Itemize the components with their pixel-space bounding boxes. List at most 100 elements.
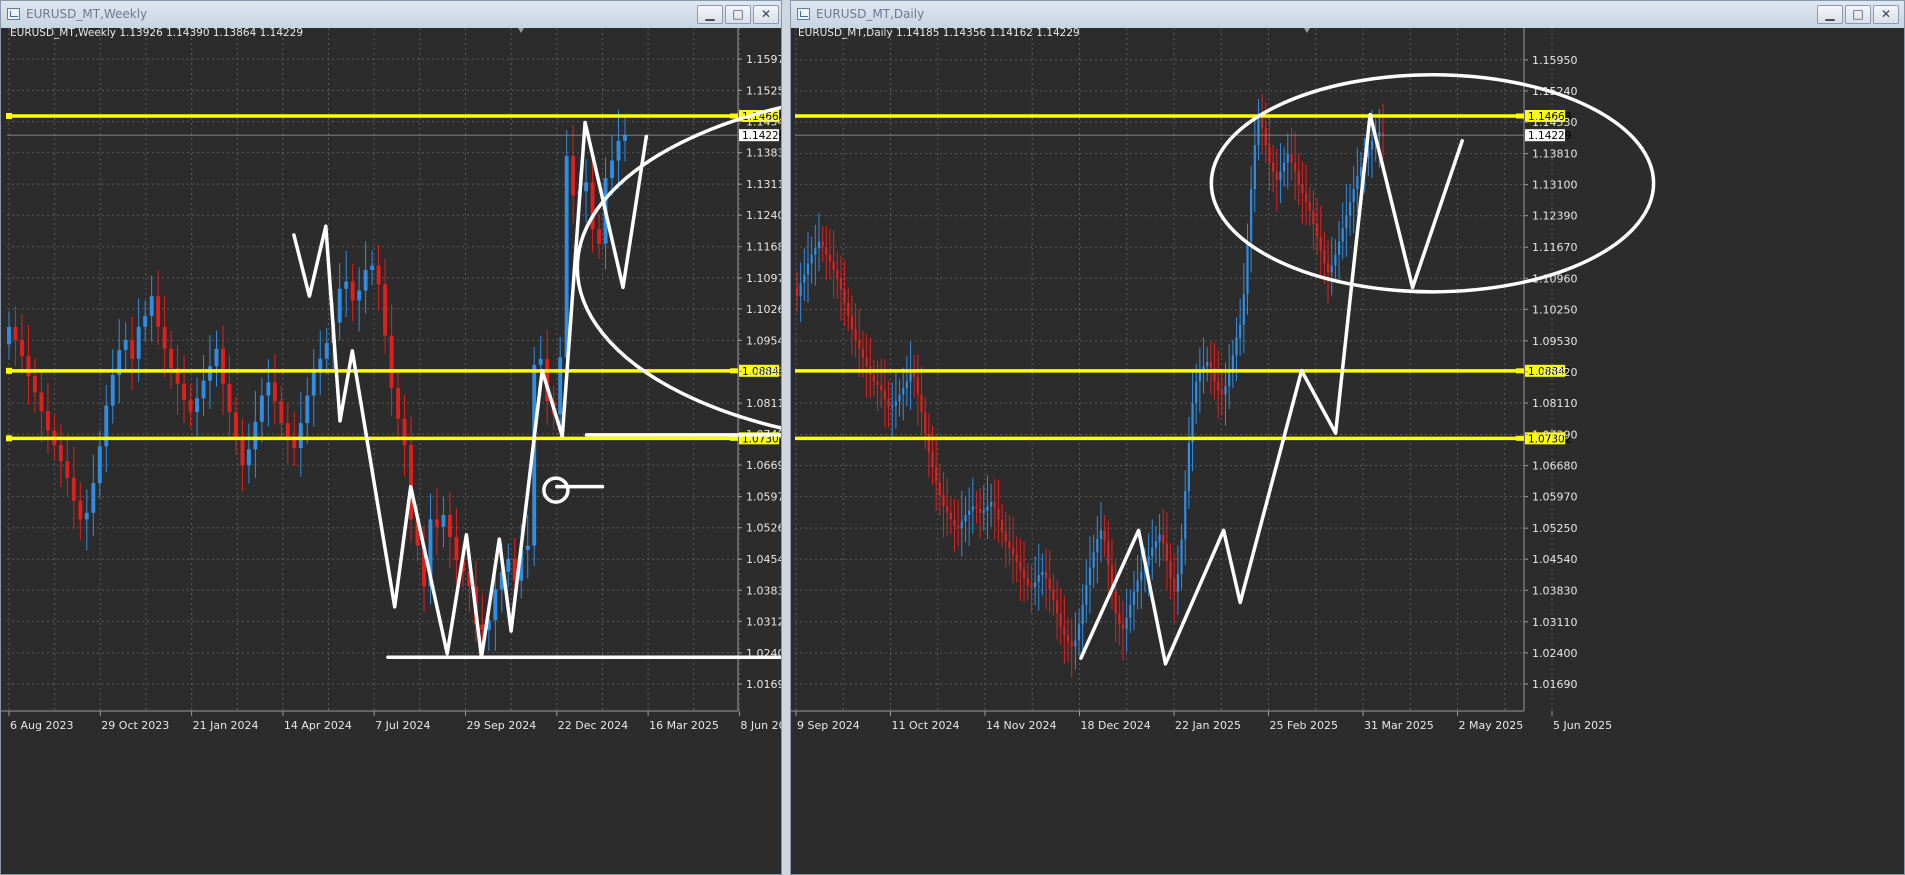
candle-body	[266, 382, 271, 396]
candle-body	[968, 510, 971, 516]
candle-body	[1359, 167, 1363, 176]
candle-body	[305, 395, 310, 424]
candle-body	[409, 444, 413, 520]
maximize-icon[interactable]: □	[725, 5, 751, 24]
candle-body	[865, 357, 868, 367]
price-tick-label: 1.05970	[1532, 491, 1578, 504]
candle-body	[246, 449, 251, 466]
candle-body	[1239, 324, 1242, 338]
candle-body	[279, 401, 284, 424]
candle-body	[1217, 381, 1220, 391]
candle-body	[1334, 254, 1337, 266]
candle-body	[1242, 294, 1245, 325]
candle-body	[902, 388, 905, 395]
candle-body	[1286, 153, 1289, 163]
candle-body	[1081, 604, 1084, 625]
date-tick-label: 7 Jul 2024	[375, 719, 430, 732]
price-tick-label: 1.02400	[1532, 647, 1578, 660]
candle-body	[1308, 202, 1311, 211]
daily-chart-window[interactable]: EURUSD_MT,Daily ▁ □ ✕ 1.14668 1.08845 1.07…	[790, 0, 1905, 875]
candle-body	[616, 140, 621, 161]
price-tick-label: 1.12400	[746, 209, 781, 222]
candle-body	[1154, 541, 1158, 548]
candle-body	[861, 348, 865, 358]
candle-body	[506, 558, 511, 572]
candle-body	[1096, 539, 1099, 553]
symbol-info-text: EURUSD_MT,Weekly 1.13926 1.14390 1.13864…	[10, 28, 303, 39]
candle-body	[32, 376, 37, 393]
candle-body	[1099, 530, 1103, 540]
candle-body	[1250, 188, 1253, 242]
chart-window-icon	[7, 8, 20, 20]
weekly-window-title: EURUSD_MT,Weekly	[26, 7, 148, 21]
level-handle	[6, 112, 12, 119]
candle-body	[1187, 442, 1190, 491]
candle-body	[136, 326, 141, 359]
candle-body	[1077, 624, 1081, 641]
candle-body	[1121, 624, 1125, 629]
date-tick-label: 14 Nov 2024	[986, 719, 1056, 732]
candle-body	[454, 536, 459, 561]
minimize-icon[interactable]: ▁	[1817, 5, 1843, 24]
candle-body	[1022, 569, 1026, 579]
candle-body	[806, 263, 810, 275]
minimize-icon[interactable]: ▁	[697, 5, 723, 24]
candle-body	[843, 289, 846, 303]
date-tick-label: 11 Oct 2024	[892, 719, 960, 732]
weekly-chart[interactable]: 1.146681.088451.073021.142291.159701.152…	[1, 28, 781, 874]
weekly-title-bar[interactable]: EURUSD_MT,Weekly ▁ □ ✕	[1, 1, 781, 29]
candle-body	[942, 495, 945, 507]
date-tick-label: 29 Oct 2023	[101, 719, 169, 732]
candle-body	[990, 501, 993, 507]
candle-body	[850, 315, 854, 330]
candle-body	[402, 418, 407, 445]
candle-body	[1235, 337, 1238, 356]
price-tick-label: 1.14540	[746, 116, 781, 129]
candle-body	[960, 521, 963, 529]
level-handle	[6, 367, 12, 374]
close-icon[interactable]: ✕	[1873, 5, 1899, 24]
candle-body	[1114, 591, 1117, 614]
maximize-icon[interactable]: □	[1845, 5, 1871, 24]
candle-body	[13, 326, 18, 340]
candle-body	[1206, 361, 1209, 367]
candle-body	[832, 261, 835, 270]
candle-body	[104, 405, 109, 447]
candle-body	[931, 451, 934, 467]
candle-body	[957, 525, 960, 529]
candle-body	[1330, 265, 1333, 273]
candle-body	[883, 390, 886, 400]
daily-chart[interactable]: 1.146681.088451.073021.142291.159501.152…	[791, 28, 1904, 874]
candle-body	[1209, 361, 1212, 369]
candle-body	[1326, 263, 1330, 273]
chart-background	[791, 28, 1904, 874]
price-tick-label: 1.11670	[1532, 241, 1578, 254]
candle-body	[971, 506, 974, 511]
candle-body	[78, 500, 83, 520]
candle-body	[949, 512, 952, 520]
candle-body	[924, 412, 927, 435]
price-tick-label: 1.05260	[746, 522, 781, 535]
price-axis-labels: 1.159501.152401.145301.138101.131001.123…	[1524, 54, 1578, 691]
candle-body	[810, 254, 813, 264]
daily-title-bar[interactable]: EURUSD_MT,Daily ▁ □ ✕	[791, 1, 1904, 29]
candle-body	[259, 395, 264, 422]
price-tick-label: 1.11680	[746, 241, 781, 254]
candle-body	[1165, 543, 1169, 561]
candle-body	[1275, 171, 1278, 181]
close-icon[interactable]: ✕	[753, 5, 779, 24]
candle-body	[1283, 162, 1286, 172]
candle-body	[872, 374, 876, 382]
candle-body	[447, 515, 452, 537]
candle-body	[1290, 153, 1293, 163]
candle-body	[240, 439, 245, 466]
candle-body	[1356, 175, 1359, 189]
candle-body	[997, 508, 1000, 520]
price-tick-label: 1.09530	[1532, 335, 1578, 348]
date-tick-label: 5 Jun 2025	[1553, 719, 1612, 732]
weekly-chart-window[interactable]: EURUSD_MT,Weekly ▁ □ ✕ 1.146681.088451.0…	[0, 0, 782, 875]
candle-body	[1037, 574, 1040, 582]
candle-body	[110, 374, 115, 406]
candle-body	[909, 372, 912, 382]
candle-body	[905, 381, 908, 389]
